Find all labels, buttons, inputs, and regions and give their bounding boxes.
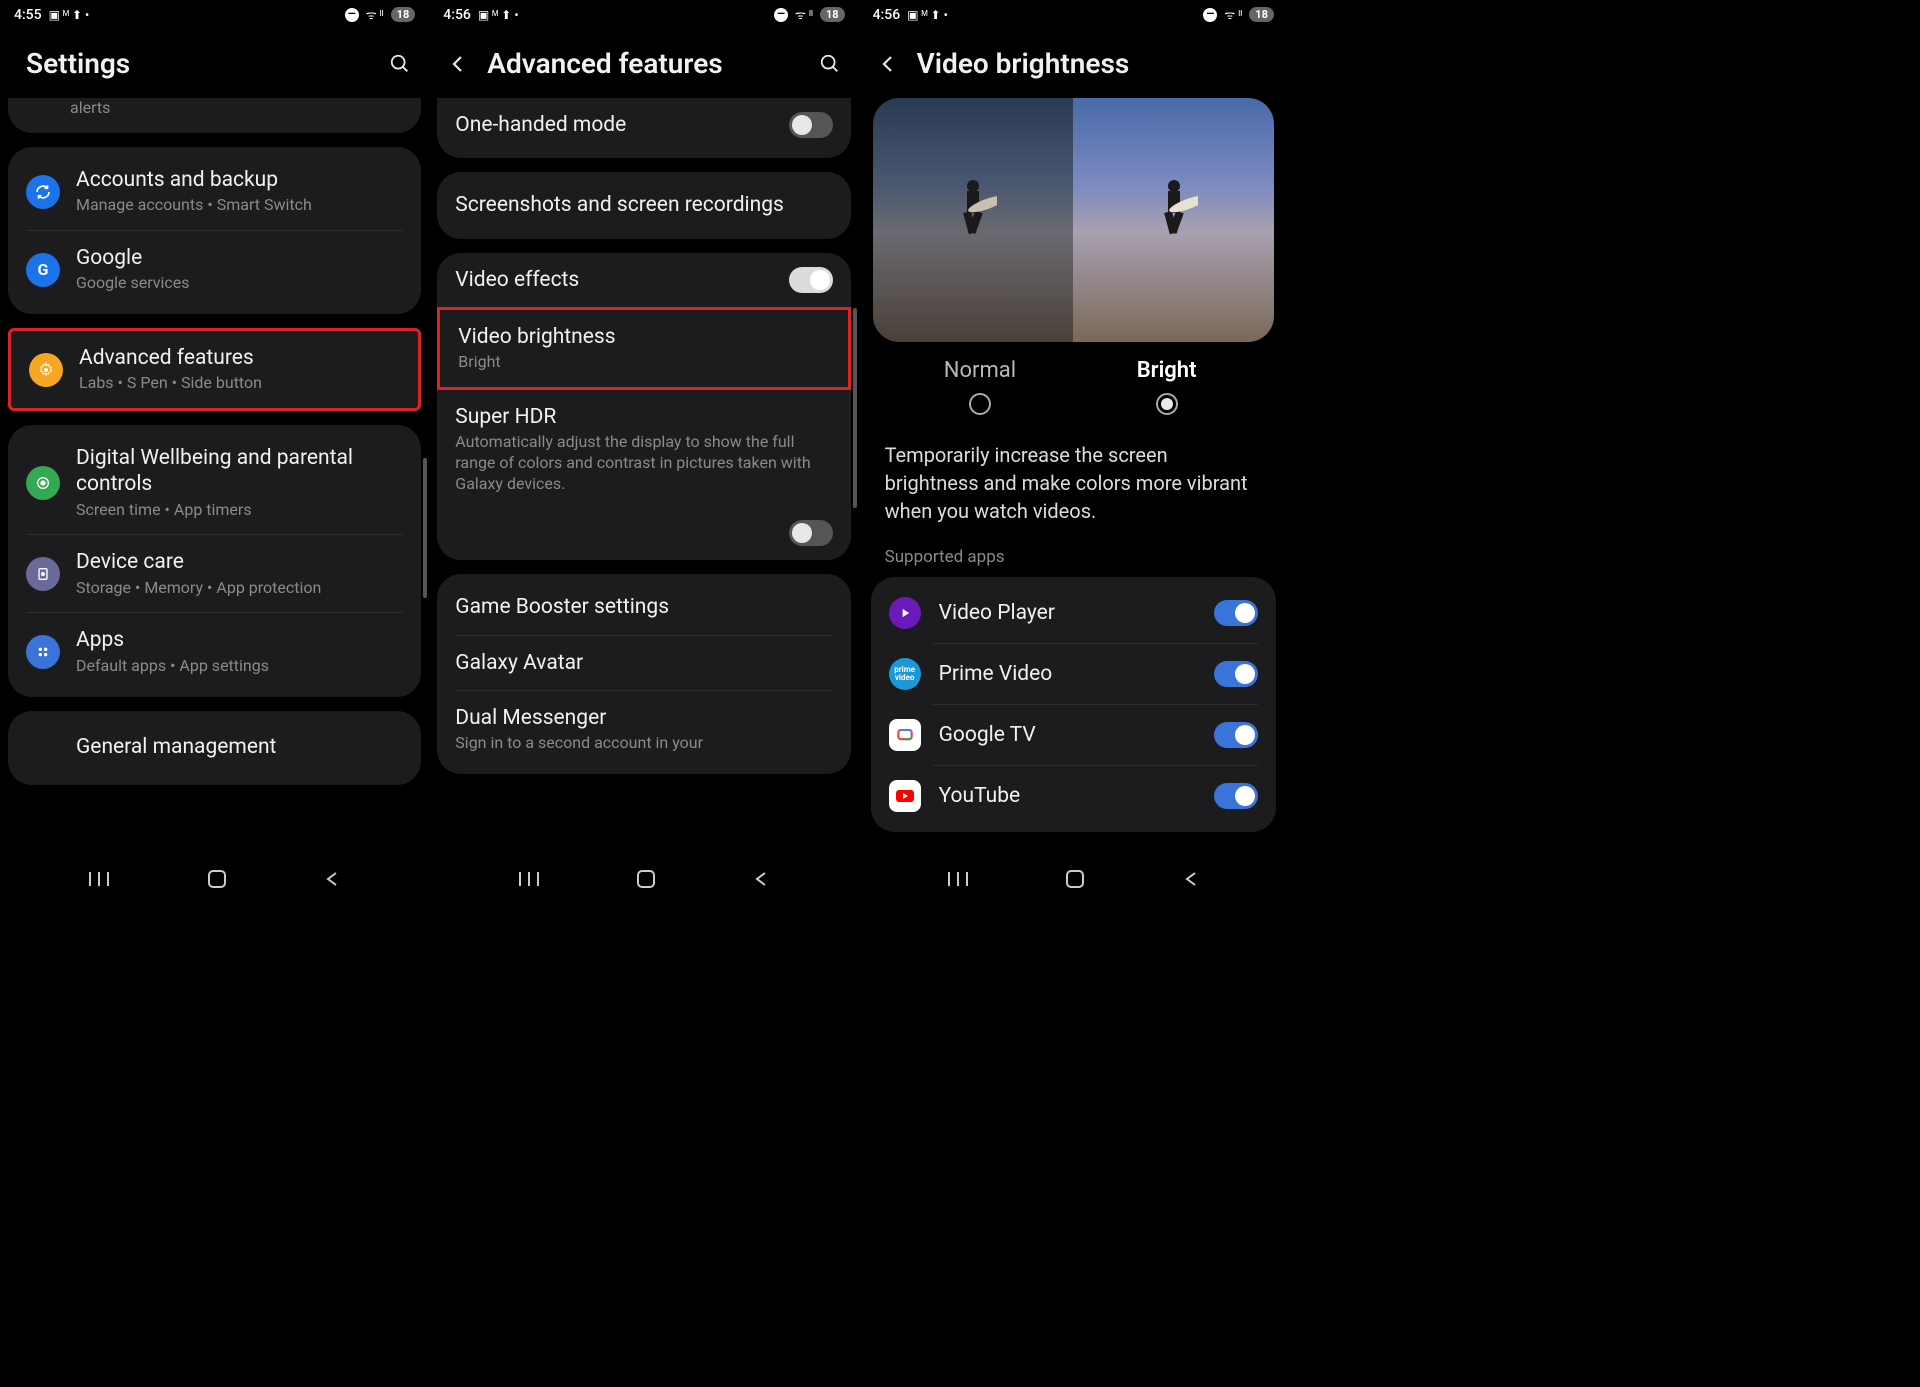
screen-advanced-features: 4:56 ▣ ᴹ ⬆ • — ᯤ ᴵᴵ 18 Advanced features… — [429, 0, 858, 903]
status-network-icons: ᯤ ᴵᴵ — [366, 6, 384, 23]
description-text: Temporarily increase the screen brightne… — [867, 435, 1280, 547]
advanced-list[interactable]: One-handed mode Screenshots and screen r… — [429, 98, 858, 855]
apps-icon — [26, 635, 60, 669]
status-network-icons: ᯤ ᴵᴵ — [795, 6, 813, 23]
page-title: Video brightness — [917, 47, 1272, 80]
app-youtube[interactable]: YouTube — [871, 766, 1276, 826]
home-button[interactable] — [207, 869, 227, 893]
app-video-player[interactable]: Video Player — [871, 583, 1276, 643]
radio-normal[interactable]: Normal — [887, 358, 1074, 419]
partial-prev-card: alerts — [8, 98, 421, 133]
status-time: 4:55 — [14, 7, 42, 23]
item-video-brightness[interactable]: Video brightness Bright — [437, 307, 850, 390]
item-apps[interactable]: Apps Default apps • App settings — [8, 613, 421, 690]
app-toggle[interactable] — [1214, 661, 1258, 687]
item-google[interactable]: G Google Google services — [8, 231, 421, 308]
nav-bar — [0, 855, 429, 903]
status-network-icons: ᯤ ᴵᴵ — [1224, 6, 1242, 23]
back-icon[interactable] — [875, 51, 901, 77]
radio-icon-selected — [1156, 393, 1178, 415]
google-tv-icon — [889, 719, 921, 751]
back-button[interactable] — [1182, 870, 1200, 892]
back-icon[interactable] — [445, 51, 471, 77]
video-player-icon — [889, 597, 921, 629]
status-left-icons: ▣ ᴹ ⬆ • — [49, 8, 90, 22]
app-google-tv[interactable]: Google TV — [871, 705, 1276, 765]
radio-icon — [969, 393, 991, 415]
brightness-radio-group: Normal Bright — [867, 352, 1280, 435]
header: Advanced features — [429, 27, 858, 98]
home-button[interactable] — [636, 869, 656, 893]
recents-button[interactable] — [88, 870, 110, 892]
one-handed-toggle[interactable] — [789, 112, 833, 138]
status-time: 4:56 — [443, 7, 471, 23]
recents-button[interactable] — [518, 870, 540, 892]
status-left-icons: ▣ ᴹ ⬆ • — [478, 8, 519, 22]
supported-apps-label: Supported apps — [867, 547, 1280, 577]
status-left-icons: ▣ ᴹ ⬆ • — [907, 8, 948, 22]
figure-normal — [949, 176, 997, 246]
video-brightness-content[interactable]: Normal Bright Temporarily increase the s… — [859, 98, 1288, 855]
screen-video-brightness: 4:56 ▣ ᴹ ⬆ • — ᯤ ᴵᴵ 18 Video brightness — [859, 0, 1288, 903]
app-toggle[interactable] — [1214, 600, 1258, 626]
item-video-effects[interactable]: Video effects — [437, 253, 850, 307]
google-icon: G — [26, 253, 60, 287]
status-time: 4:56 — [873, 7, 901, 23]
page-title: Advanced features — [487, 47, 800, 80]
screen-settings: 4:55 ▣ ᴹ ⬆ • — ᯤ ᴵᴵ 18 Settings alerts A… — [0, 0, 429, 903]
battery-level: 18 — [391, 7, 416, 22]
dnd-icon: — — [774, 8, 788, 22]
back-button[interactable] — [323, 870, 341, 892]
super-hdr-toggle[interactable] — [789, 520, 833, 546]
search-icon[interactable] — [387, 51, 413, 77]
scrollbar-thumb[interactable] — [853, 308, 857, 508]
battery-level: 18 — [820, 7, 845, 22]
app-prime-video[interactable]: primevideo Prime Video — [871, 644, 1276, 704]
app-toggle[interactable] — [1214, 783, 1258, 809]
preview-image — [873, 98, 1274, 342]
battery-level: 18 — [1249, 7, 1274, 22]
back-button[interactable] — [752, 870, 770, 892]
item-galaxy-avatar[interactable]: Galaxy Avatar — [437, 636, 850, 690]
item-super-hdr[interactable]: Super HDR Automatically adjust the displ… — [437, 390, 850, 561]
item-device-care[interactable]: Device care Storage • Memory • App prote… — [8, 535, 421, 612]
figure-bright — [1150, 176, 1198, 246]
settings-list[interactable]: alerts Accounts and backup Manage accoun… — [0, 98, 429, 855]
item-general-management[interactable]: General management — [8, 717, 421, 779]
item-sub: Manage accounts • Smart Switch — [76, 195, 403, 216]
nav-bar — [859, 855, 1288, 903]
dnd-icon: — — [1203, 8, 1217, 22]
wellbeing-icon — [26, 466, 60, 500]
page-title: Settings — [16, 47, 371, 80]
prime-video-icon: primevideo — [889, 658, 921, 690]
scrollbar-thumb[interactable] — [423, 458, 427, 598]
radio-bright[interactable]: Bright — [1073, 358, 1260, 419]
item-one-handed-mode[interactable]: One-handed mode — [437, 98, 850, 152]
status-bar: 4:56 ▣ ᴹ ⬆ • — ᯤ ᴵᴵ 18 — [429, 0, 858, 27]
status-bar: 4:55 ▣ ᴹ ⬆ • — ᯤ ᴵᴵ 18 — [0, 0, 429, 27]
item-game-booster[interactable]: Game Booster settings — [437, 580, 850, 634]
item-title: Accounts and backup — [76, 167, 403, 193]
dnd-icon: — — [345, 8, 359, 22]
home-button[interactable] — [1065, 869, 1085, 893]
gear-icon — [29, 353, 63, 387]
recents-button[interactable] — [947, 870, 969, 892]
header: Settings — [0, 27, 429, 98]
item-screenshots[interactable]: Screenshots and screen recordings — [437, 178, 850, 232]
header: Video brightness — [859, 27, 1288, 98]
item-dual-messenger[interactable]: Dual Messenger Sign in to a second accou… — [437, 691, 850, 768]
device-care-icon — [26, 557, 60, 591]
item-wellbeing[interactable]: Digital Wellbeing and parental controls … — [8, 431, 421, 534]
item-accounts-backup[interactable]: Accounts and backup Manage accounts • Sm… — [8, 153, 421, 230]
video-effects-toggle[interactable] — [789, 267, 833, 293]
youtube-icon — [889, 780, 921, 812]
sync-icon — [26, 175, 60, 209]
nav-bar — [429, 855, 858, 903]
app-toggle[interactable] — [1214, 722, 1258, 748]
status-bar: 4:56 ▣ ᴹ ⬆ • — ᯤ ᴵᴵ 18 — [859, 0, 1288, 27]
search-icon[interactable] — [817, 51, 843, 77]
item-advanced-features[interactable]: Advanced features Labs • S Pen • Side bu… — [11, 331, 418, 408]
